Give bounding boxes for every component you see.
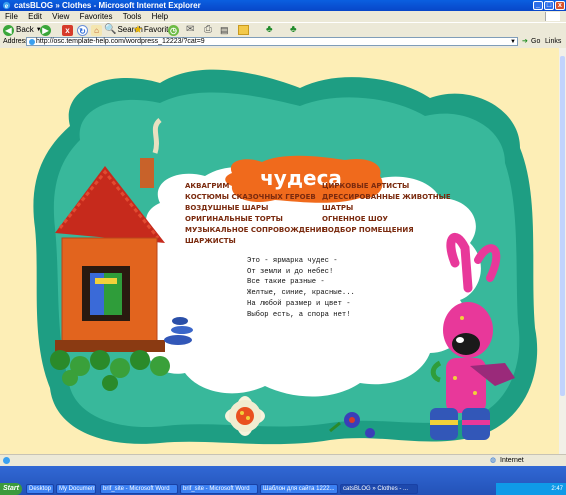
edit-icon: ▤ xyxy=(220,25,229,35)
history-button[interactable]: ◷ xyxy=(168,24,179,36)
nav-link-tents[interactable]: шатры xyxy=(322,203,353,213)
poem-line: Все такие разные - xyxy=(247,278,325,287)
page-status-icon xyxy=(3,457,10,464)
ie-logo-icon: e xyxy=(2,1,11,10)
forward-arrow-icon: ▶ xyxy=(40,24,51,36)
messenger-icon: ♣ xyxy=(266,24,273,35)
menu-help[interactable]: Help xyxy=(152,12,168,21)
menu-bar: File Edit View Favorites Tools Help xyxy=(0,11,566,22)
taskbar: Start Desktop My Documents brif_site - M… xyxy=(0,466,566,495)
folder-button[interactable] xyxy=(238,24,249,36)
poem-line: Выбор есть, а спора нет! xyxy=(247,310,351,319)
mail-icon: ✉ xyxy=(186,24,195,35)
poem-line: Желтые, синие, красные... xyxy=(247,289,355,298)
research-icon: ♣ xyxy=(290,24,297,35)
clock: 2:47 xyxy=(551,486,563,492)
nav-link-venue[interactable]: подбор помещения xyxy=(322,225,414,235)
history-icon: ◷ xyxy=(168,24,179,36)
taskbar-item-my-documents[interactable]: My Documents xyxy=(56,484,96,494)
poem-line: На любой размер и цвет - xyxy=(247,299,351,308)
internet-globe-icon: ◍ xyxy=(490,457,497,464)
system-tray: 2:47 xyxy=(496,483,566,495)
mail-button[interactable]: ✉ xyxy=(186,24,194,36)
address-dropdown-icon[interactable]: ▼ xyxy=(510,38,516,46)
address-url: http://osc.template-help.com/wordpress_1… xyxy=(36,38,205,45)
scrollbar-thumb[interactable] xyxy=(560,56,565,396)
print-button[interactable]: ⎙ xyxy=(204,24,212,36)
vertical-scrollbar[interactable] xyxy=(559,48,566,454)
taskbar-item-word-1[interactable]: brif_site - Microsoft Word xyxy=(100,484,178,494)
poem-line: От земли и до небес! xyxy=(247,267,334,276)
title-bar: e catsBLOG » Clothes - Microsoft Interne… xyxy=(0,0,566,11)
go-button[interactable]: Go xyxy=(531,37,540,47)
windows-logo-icon xyxy=(545,12,560,21)
address-input[interactable]: http://osc.template-help.com/wordpress_1… xyxy=(26,37,518,46)
minimize-button[interactable]: _ xyxy=(533,1,543,10)
status-bar: ◍ Internet xyxy=(0,454,566,466)
forward-button[interactable]: ▶ xyxy=(40,24,51,36)
maximize-button[interactable]: □ xyxy=(544,1,554,10)
back-button[interactable]: ◀ Back ▼ xyxy=(3,24,42,36)
nav-link-fire-show[interactable]: огненное шоу xyxy=(322,214,388,224)
start-button[interactable]: Start xyxy=(0,483,22,495)
menu-favorites[interactable]: Favorites xyxy=(80,12,113,21)
refresh-button[interactable]: ↻ xyxy=(77,24,88,36)
back-arrow-icon: ◀ xyxy=(3,24,14,36)
nav-link-caricaturists[interactable]: шаржисты xyxy=(185,236,236,246)
nav-link-circus[interactable]: цирковые артисты xyxy=(322,181,409,191)
refresh-icon: ↻ xyxy=(77,24,88,36)
page-viewport: чудеса аквагрим костюмы сказочных героев… xyxy=(0,48,559,454)
stop-icon: x xyxy=(62,24,73,36)
print-icon: ⎙ xyxy=(204,24,212,35)
poem-text: Это - ярмарка чудес - От земли и до небес… xyxy=(247,256,355,320)
nav-link-aquagrim[interactable]: аквагрим xyxy=(185,181,229,191)
back-label: Back xyxy=(16,25,34,34)
poem-line: Это - ярмарка чудес - xyxy=(247,257,338,265)
folder-icon xyxy=(238,25,249,35)
star-icon: ★ xyxy=(133,24,143,36)
taskbar-item-word-2[interactable]: brif_site - Microsoft Word xyxy=(180,484,258,494)
stop-button[interactable]: x xyxy=(62,24,73,36)
svg-text:e: e xyxy=(5,2,8,10)
taskbar-item-desktop[interactable]: Desktop xyxy=(26,484,54,494)
page-icon xyxy=(29,39,35,45)
nav-link-cakes[interactable]: оригинальные торты xyxy=(185,214,283,224)
home-icon: ⌂ xyxy=(91,24,102,36)
taskbar-item-template[interactable]: Шаблон для сайта 1222... xyxy=(260,484,338,494)
address-bar: Address http://osc.template-help.com/wor… xyxy=(0,37,566,47)
menu-view[interactable]: View xyxy=(52,12,69,21)
page-artwork xyxy=(33,69,538,445)
close-button[interactable]: x xyxy=(555,1,565,10)
home-button[interactable]: ⌂ xyxy=(91,24,102,36)
nav-link-animals[interactable]: дрессированные животные xyxy=(322,192,451,202)
menu-tools[interactable]: Tools xyxy=(123,12,142,21)
toolbar: ◀ Back ▼ ▶ x ↻ ⌂ 🔍 Search ★ Favorites ◷ … xyxy=(0,22,566,38)
taskbar-item-browser[interactable]: catsBLOG » Clothes - ... xyxy=(340,484,418,494)
nav-link-music[interactable]: музыкальное сопровождение xyxy=(185,225,326,235)
nav-link-balloons[interactable]: воздушные шары xyxy=(185,203,268,213)
window-title: catsBLOG » Clothes - Microsoft Internet … xyxy=(14,1,201,10)
links-button[interactable]: Links xyxy=(545,37,561,47)
menu-edit[interactable]: Edit xyxy=(28,12,42,21)
status-zone: Internet xyxy=(500,457,524,464)
go-arrow-icon[interactable]: ➔ xyxy=(522,37,528,47)
nav-link-costumes[interactable]: костюмы сказочных героев xyxy=(185,192,316,202)
edit-button[interactable]: ▤ xyxy=(220,24,229,36)
menu-file[interactable]: File xyxy=(5,12,18,21)
messenger-button[interactable]: ♣ xyxy=(266,24,273,36)
search-icon: 🔍 xyxy=(104,24,117,35)
address-label: Address xyxy=(3,38,29,45)
research-button[interactable]: ♣ xyxy=(290,24,297,36)
